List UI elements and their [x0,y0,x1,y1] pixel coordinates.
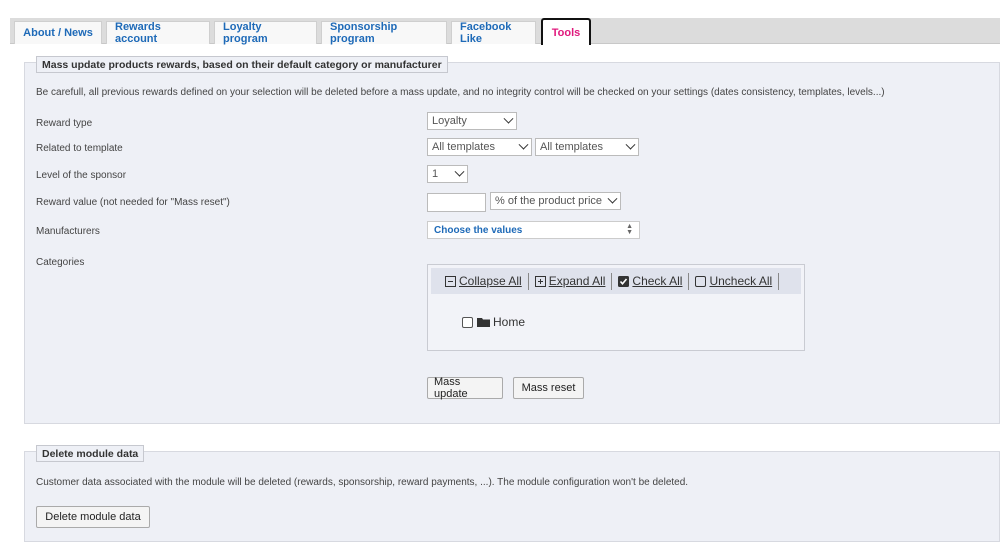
mass-update-legend: Mass update products rewards, based on t… [36,56,448,73]
delete-data-panel: Delete module data Customer data associa… [24,445,1000,542]
manufacturers-label: Manufacturers [36,226,100,237]
tab-sponsorship-program[interactable]: Sponsorship program [321,21,447,45]
delete-module-data-button[interactable]: Delete module data [36,506,150,528]
checked-box-icon [618,275,630,287]
template-select-2[interactable]: All templates [535,138,639,156]
unchecked-box-icon [695,275,707,287]
folder-icon [477,317,490,327]
template-select-1[interactable]: All templates [427,138,532,156]
template-value-2: All templates [540,141,603,153]
uncheck-all-button[interactable]: Uncheck All [689,274,778,288]
reward-type-value: Loyalty [432,115,467,127]
tree-toolbar: Collapse All Expand All Check All Unchec… [431,268,801,294]
tab-rewards-account[interactable]: Rewards account [106,21,210,45]
uncheck-all-label: Uncheck All [709,274,773,288]
collapse-all-button[interactable]: Collapse All [431,274,528,288]
level-label: Level of the sponsor [36,170,127,181]
mass-update-warning: Be carefull, all previous rewards define… [36,87,885,98]
reward-value-input[interactable] [427,193,486,212]
manufacturers-select[interactable]: Choose the values ▲ ▼ [427,221,640,239]
expand-icon [534,275,546,287]
tab-bar: About / News Rewards account Loyalty pro… [10,18,1000,45]
collapse-all-label: Collapse All [459,274,522,288]
expand-all-button[interactable]: Expand All [529,274,612,288]
tab-facebook-like[interactable]: Facebook Like [451,21,536,45]
tab-loyalty-program[interactable]: Loyalty program [214,21,317,45]
reward-unit-value: % of the product price [495,195,603,207]
collapse-icon [445,275,456,287]
check-all-label: Check All [632,274,683,288]
chevron-down-icon [454,166,465,177]
template-label: Related to template [36,143,123,154]
mass-update-button[interactable]: Mass update [427,376,503,400]
template-value-1: All templates [432,141,495,153]
chevron-down-icon [503,113,514,124]
tab-tools[interactable]: Tools [541,18,591,45]
chevron-down-icon [625,139,636,150]
level-value: 1 [432,168,439,180]
delete-data-note: Customer data associated with the module… [36,477,689,488]
manufacturers-placeholder: Choose the values [434,224,523,236]
reward-value-label: Reward value (not needed for "Mass reset… [36,197,230,208]
tree-node-home: Home [462,315,525,329]
tree-node-label: Home [493,315,526,329]
level-select[interactable]: 1 [427,165,468,183]
sort-arrows-icon: ▲ ▼ [626,223,633,236]
reward-type-label: Reward type [36,118,93,129]
reward-type-select[interactable]: Loyalty [427,112,517,130]
tab-about-news[interactable]: About / News [14,21,102,44]
delete-data-legend: Delete module data [36,445,145,462]
chevron-down-icon [518,139,529,150]
category-tree: Collapse All Expand All Check All Unchec… [427,264,805,351]
check-all-button[interactable]: Check All [612,274,688,288]
toolbar-divider [778,272,780,290]
category-checkbox[interactable] [462,316,473,328]
reward-unit-select[interactable]: % of the product price [490,192,621,210]
expand-all-label: Expand All [548,274,606,288]
mass-reset-button[interactable]: Mass reset [513,377,584,399]
categories-label: Categories [36,257,85,268]
mass-update-panel: Mass update products rewards, based on t… [24,56,1000,424]
chevron-down-icon [607,193,618,204]
